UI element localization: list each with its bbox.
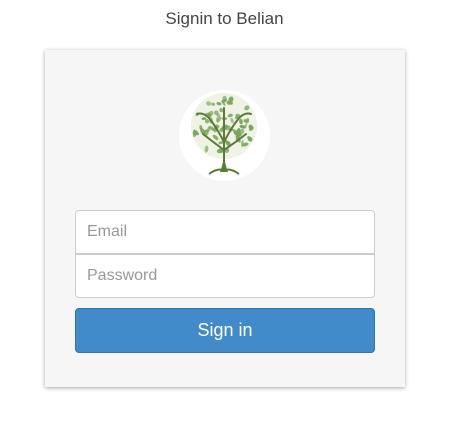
tree-logo-icon: [179, 90, 270, 181]
page-title: Signin to Belian: [165, 9, 284, 28]
signin-card: Sign in: [45, 50, 405, 387]
signin-page: Signin to Belian Email Sign in: [0, 0, 459, 434]
sign-in-button[interactable]: Sign in: [75, 308, 375, 353]
password-field[interactable]: [75, 254, 375, 298]
email-field[interactable]: [75, 210, 375, 254]
